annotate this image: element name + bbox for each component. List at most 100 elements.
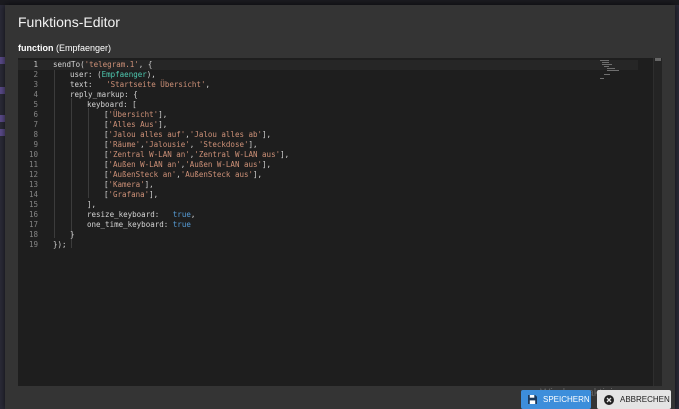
code-text: sendTo('telegram.1', {: [53, 60, 152, 70]
code-line[interactable]: 9 ['Räume','Jalousie', 'Steckdose'],: [18, 140, 638, 150]
line-number: 4: [33, 90, 38, 99]
code-token: ,: [205, 80, 210, 89]
minimap[interactable]: [600, 60, 626, 80]
line-number: 10: [28, 150, 38, 159]
code-text: ['Räume','Jalousie', 'Steckdose'],: [104, 140, 258, 150]
line-number: 19: [28, 240, 38, 249]
code-token: 'telegram.1': [84, 60, 139, 69]
code-line[interactable]: 3 text: 'Startseite Übersicht',: [18, 80, 638, 90]
code-token: ],: [87, 200, 97, 209]
code-token: 'Grafana': [108, 190, 150, 199]
code-token: true: [172, 220, 191, 229]
code-token: 'Steckdose': [198, 140, 249, 149]
code-text: ['Jalou alles auf','Jalou alles ab'],: [104, 130, 271, 140]
code-token: true: [172, 210, 191, 219]
code-token: 'Jalousie': [144, 140, 190, 149]
code-text: ],: [87, 200, 96, 210]
code-text: ['AußenSteck an','AußenSteck aus'],: [104, 170, 262, 180]
code-text: keyboard: [: [87, 100, 137, 110]
code-token: 'Jalou alles auf': [108, 130, 186, 139]
code-line[interactable]: 18}: [18, 230, 638, 240]
code-line[interactable]: 4 reply_markup: {: [18, 90, 638, 100]
code-token: keyboard: [: [87, 100, 137, 109]
function-params: Empfaenger: [59, 43, 109, 53]
line-number: 15: [28, 200, 38, 209]
code-token: ],: [149, 190, 159, 199]
code-line[interactable]: 2 user: (Empfaenger),: [18, 70, 638, 80]
scrollbar-thumb[interactable]: [655, 58, 661, 61]
line-number: 18: [28, 230, 38, 239]
code-token: resize_keyboard:: [87, 210, 173, 219]
code-token: 'Außen W-LAN an': [108, 160, 181, 169]
code-line[interactable]: 5 keyboard: [: [18, 100, 638, 110]
line-number: 6: [33, 110, 38, 119]
line-number: 1: [33, 60, 38, 69]
code-line[interactable]: 8 ['Jalou alles auf','Jalou alles ab'],: [18, 130, 638, 140]
code-token: ],: [144, 180, 154, 189]
save-button[interactable]: SPEICHERN: [521, 390, 591, 409]
code-token: });: [53, 240, 67, 249]
signature-close-paren: ): [108, 43, 112, 53]
code-editor[interactable]: 1 sendTo('telegram.1', {2 user: (Empfaenge…: [18, 58, 662, 386]
code-token: text:: [70, 80, 107, 89]
code-line[interactable]: 19});: [18, 240, 638, 250]
code-token: ],: [280, 150, 290, 159]
code-token: 'Übersicht': [108, 110, 159, 119]
code-token: ],: [158, 120, 168, 129]
floppy-disk-icon: [528, 395, 537, 404]
code-line[interactable]: 10 ['Zentral W-LAN an','Zentral W-LAN aus…: [18, 150, 638, 160]
function-keyword: function: [18, 43, 54, 53]
code-token: 'Startseite Übersicht': [106, 80, 206, 89]
line-number: 9: [33, 140, 38, 149]
code-line[interactable]: 6 ['Übersicht'],: [18, 110, 638, 120]
line-number: 12: [28, 170, 38, 179]
save-label: SPEICHERN: [543, 395, 590, 404]
code-token: ,: [189, 140, 199, 149]
code-token: }: [70, 230, 75, 239]
code-text: ['Alles Aus'],: [104, 120, 167, 130]
code-line[interactable]: 15],: [18, 200, 638, 210]
line-number: 17: [28, 220, 38, 229]
code-token: 'Räume': [108, 140, 141, 149]
code-token: one_time_keyboard:: [87, 220, 173, 229]
line-number: 16: [28, 210, 38, 219]
editor-scrollbar[interactable]: [653, 58, 662, 386]
code-token: 'Alles Aus': [108, 120, 159, 129]
code-text: ['Außen W-LAN an','Außen W-LAN aus'],: [104, 160, 271, 170]
code-token: ,: [190, 210, 196, 219]
function-signature: function (Empfaenger): [18, 43, 111, 53]
code-text: reply_markup: {: [70, 90, 138, 100]
cancel-button[interactable]: ABBRECHEN: [597, 390, 671, 409]
code-token: Empfaenger: [101, 70, 147, 79]
code-line[interactable]: 16 resize_keyboard: true,: [18, 210, 638, 220]
line-number: 7: [33, 120, 38, 129]
code-text: ['Grafana'],: [104, 190, 158, 200]
code-line[interactable]: 13 ['Kamera'],: [18, 180, 638, 190]
code-token: 'Zentral W-LAN an': [108, 150, 190, 159]
code-token: ],: [253, 170, 263, 179]
code-token: ],: [248, 140, 258, 149]
code-text: });: [53, 240, 67, 250]
code-token: 'Kamera': [108, 180, 145, 189]
code-text: text: 'Startseite Übersicht',: [70, 80, 210, 90]
dialog-title: Funktions-Editor: [18, 14, 120, 30]
line-number: 5: [33, 100, 38, 109]
code-line[interactable]: 11 ['Außen W-LAN an','Außen W-LAN aus'],: [18, 160, 638, 170]
code-line[interactable]: 17 one_time_keyboard: true: [18, 220, 638, 230]
code-text: ['Zentral W-LAN an','Zentral W-LAN aus']…: [104, 150, 289, 160]
code-token: user: (: [70, 70, 102, 79]
code-token: 'AußenSteck an': [108, 170, 177, 179]
code-token: reply_markup: {: [70, 90, 138, 99]
code-token: sendTo(: [53, 60, 85, 69]
code-line[interactable]: 7 ['Alles Aus'],: [18, 120, 638, 130]
code-text: ['Übersicht'],: [104, 110, 167, 120]
code-line[interactable]: 12 ['AußenSteck an','AußenSteck aus'],: [18, 170, 638, 180]
code-text: one_time_keyboard: true: [87, 220, 191, 230]
code-line[interactable]: 1 sendTo('telegram.1', {: [18, 60, 638, 70]
code-text: resize_keyboard: true,: [87, 210, 195, 220]
code-token: 'Jalou alles ab': [189, 130, 263, 139]
code-line[interactable]: 14 ['Grafana'],: [18, 190, 638, 200]
line-number: 3: [33, 80, 38, 89]
line-number: 13: [28, 180, 38, 189]
code-token: ],: [262, 160, 272, 169]
